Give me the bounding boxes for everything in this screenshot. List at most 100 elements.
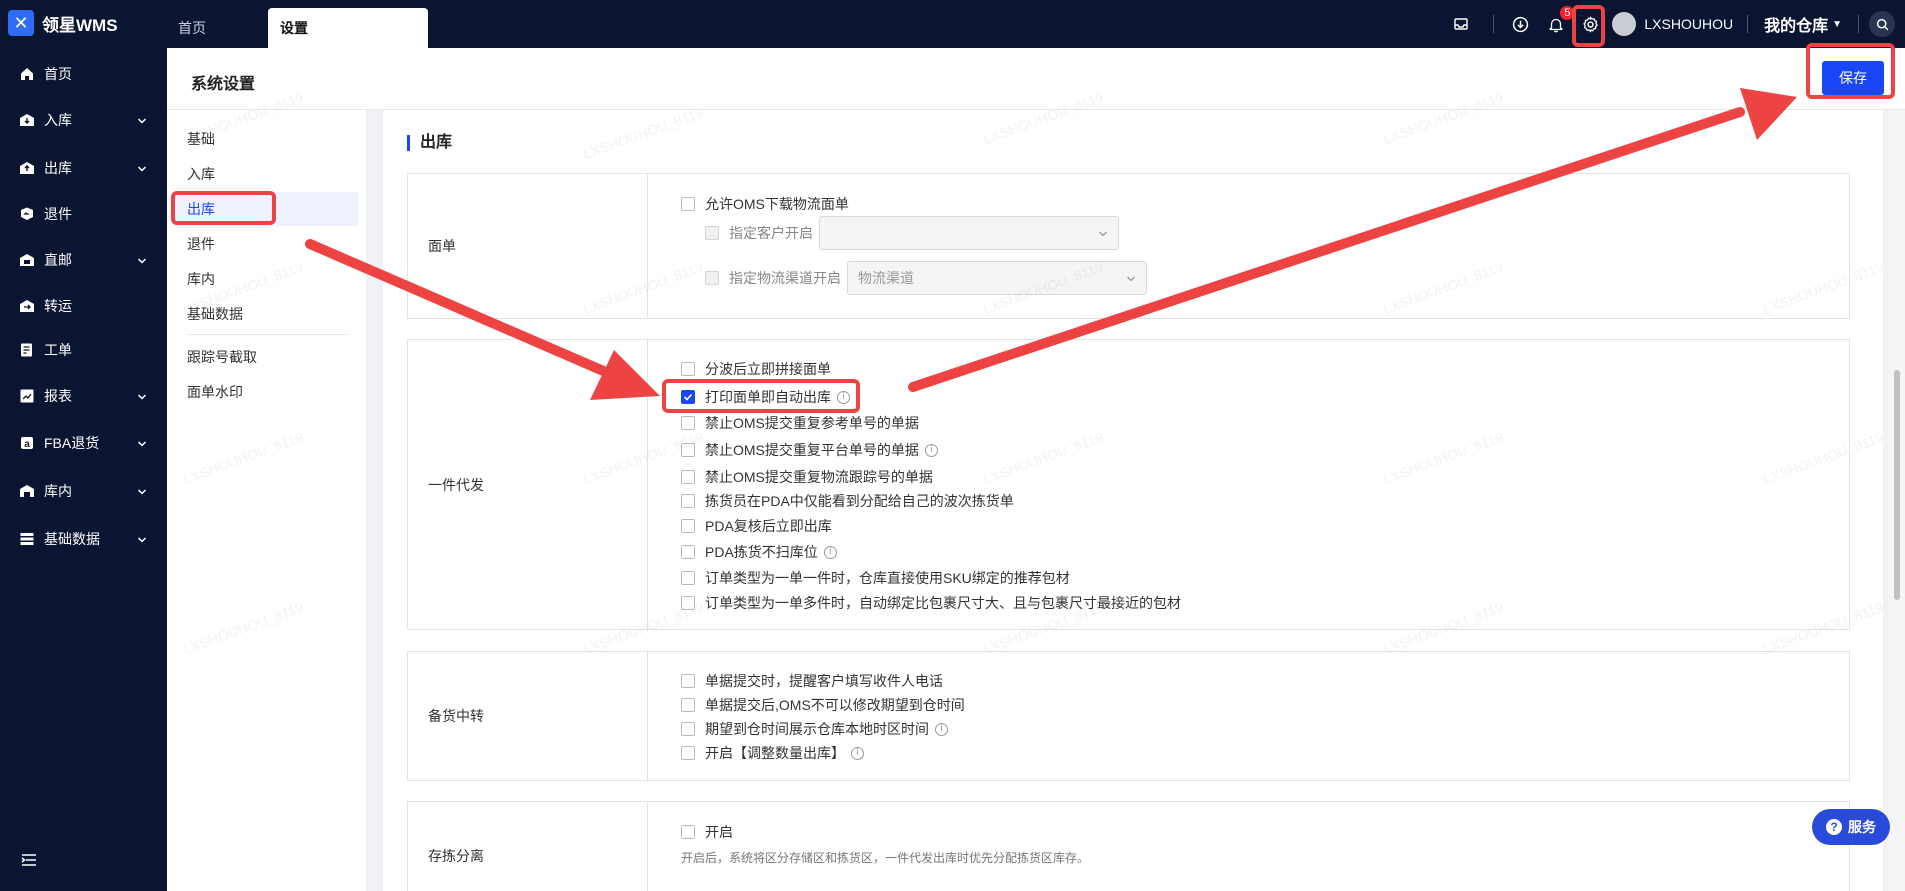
chevron-down-icon — [1126, 271, 1136, 287]
checkbox[interactable] — [681, 825, 695, 839]
block-label: 备货中转 — [408, 652, 648, 780]
checkbox[interactable] — [681, 443, 695, 457]
option-label: 允许OMS下载物流面单 — [705, 196, 849, 212]
sidebar-item-label: 工单 — [44, 342, 72, 358]
option-allow-oms-download[interactable]: 允许OMS下载物流面单 — [681, 194, 849, 214]
checkbox[interactable] — [681, 722, 695, 736]
settings-submenu: 基础 入库 出库 退件 库内 基础数据 跟踪号截取 面单水印 — [167, 110, 366, 891]
submenu-item-base-data[interactable]: 基础数据 — [173, 297, 358, 331]
avatar[interactable] — [1612, 12, 1637, 36]
divider — [187, 334, 347, 335]
checkbox[interactable] — [681, 197, 695, 211]
checkbox[interactable] — [681, 596, 695, 610]
app-name: 领星WMS — [42, 15, 118, 35]
page-title: 系统设置 — [191, 76, 256, 93]
stock-option[interactable]: 期望到仓时间展示仓库本地时区时间 i — [681, 719, 948, 739]
sidebar-item-direct-mail[interactable]: 直邮 — [0, 242, 167, 278]
dropship-option[interactable]: PDA拣货不扫库位 i — [681, 542, 837, 562]
scrollbar-thumb[interactable] — [1894, 370, 1900, 600]
info-icon[interactable]: i — [851, 746, 864, 760]
direct-mail-icon — [18, 251, 36, 269]
tab-settings[interactable]: 设置 — [268, 8, 428, 48]
sidebar-item-report[interactable]: 报表 — [0, 378, 167, 414]
annotation-highlight — [171, 191, 276, 225]
dropship-option[interactable]: PDA复核后立即出库 — [681, 516, 832, 536]
bell-icon[interactable]: 5 — [1546, 6, 1575, 34]
sidebar-item-base-data[interactable]: 基础数据 — [0, 521, 167, 557]
chevron-down-icon — [137, 113, 147, 129]
dropship-option[interactable]: 订单类型为一单多件时，自动绑定比包裹尺寸大、且与包裹尺寸最接近的包材 — [681, 593, 1181, 613]
checkbox[interactable] — [681, 571, 695, 585]
option-specify-channel[interactable]: 指定物流渠道开启 物流渠道 — [705, 261, 1147, 295]
ticket-icon — [18, 341, 36, 359]
dropship-option[interactable]: 订单类型为一单一件时，仓库直接使用SKU绑定的推荐包材 — [681, 568, 1070, 588]
option-label: 指定客户开启 — [729, 225, 813, 241]
sidebar-item-transfer[interactable]: 转运 — [0, 288, 167, 324]
checkbox[interactable] — [681, 545, 695, 559]
sidebar-item-label: 库内 — [44, 483, 72, 499]
chevron-down-icon — [137, 389, 147, 405]
label-settings-block: 面单 — [407, 173, 1850, 319]
customer-select[interactable] — [819, 216, 1119, 250]
dropship-option[interactable]: 禁止OMS提交重复物流跟踪号的单据 — [681, 467, 933, 487]
channel-select[interactable]: 物流渠道 — [847, 261, 1147, 295]
customer-service-button[interactable]: ? 服务 — [1812, 809, 1890, 845]
checkbox[interactable] — [681, 470, 695, 484]
submenu-item-inbound[interactable]: 入库 — [173, 157, 358, 191]
checkbox[interactable] — [681, 494, 695, 508]
stock-transfer-block: 备货中转 — [407, 651, 1850, 781]
checkbox[interactable] — [681, 674, 695, 688]
info-icon[interactable]: i — [924, 443, 938, 457]
block-label: 一件代发 — [408, 340, 648, 629]
option-label: PDA复核后立即出库 — [705, 518, 832, 534]
sidebar-item-label: 首页 — [44, 66, 72, 82]
service-label: 服务 — [1848, 819, 1876, 835]
submenu-item-in-warehouse[interactable]: 库内 — [173, 262, 358, 296]
dropship-option[interactable]: 禁止OMS提交重复参考单号的单据 — [681, 413, 919, 433]
submenu-item-basic[interactable]: 基础 — [173, 122, 358, 156]
checkbox[interactable] — [705, 271, 719, 285]
dropship-option[interactable]: 禁止OMS提交重复平台单号的单据 i — [681, 440, 938, 460]
sidebar-item-ticket[interactable]: 工单 — [0, 332, 167, 368]
sidebar-item-return[interactable]: 退件 — [0, 196, 167, 232]
option-specify-customer[interactable]: 指定客户开启 — [705, 216, 1119, 250]
download-icon[interactable] — [1510, 14, 1530, 34]
inbound-icon — [18, 111, 36, 129]
checkbox[interactable] — [681, 362, 695, 376]
submenu-item-label-watermark[interactable]: 面单水印 — [173, 375, 358, 409]
warehouse-selector[interactable]: 我的仓库 — [1764, 12, 1828, 36]
collapse-menu-icon[interactable] — [20, 852, 38, 871]
sidebar-item-home[interactable]: 首页 — [0, 56, 167, 92]
option-label: 订单类型为一单多件时，自动绑定比包裹尺寸大、且与包裹尺寸最接近的包材 — [705, 595, 1181, 611]
info-icon[interactable]: i — [823, 545, 837, 559]
sidebar-item-warehouse[interactable]: 库内 — [0, 473, 167, 509]
dropship-settings-block: 一件代发 — [407, 339, 1850, 630]
submenu-item-return[interactable]: 退件 — [173, 227, 358, 261]
username[interactable]: LXSHOUHOU — [1644, 16, 1733, 32]
checkbox[interactable] — [681, 698, 695, 712]
sidebar-item-outbound[interactable]: 出库 — [0, 150, 167, 186]
checkbox[interactable] — [681, 746, 695, 760]
stock-option[interactable]: 开启【调整数量出库】 i — [681, 743, 864, 763]
divider — [1493, 15, 1495, 33]
info-icon[interactable]: i — [935, 722, 948, 736]
dropship-option[interactable]: 拣货员在PDA中仅能看到分配给自己的波次拣货单 — [681, 491, 1014, 511]
dropship-option[interactable]: 分波后立即拼接面单 — [681, 359, 831, 379]
stock-option[interactable]: 单据提交后,OMS不可以修改期望到仓时间 — [681, 695, 965, 715]
annotation-highlight — [662, 379, 860, 413]
search-icon[interactable] — [1869, 11, 1895, 37]
option-label: 分波后立即拼接面单 — [705, 361, 831, 377]
sidebar-item-inbound[interactable]: 入库 — [0, 102, 167, 138]
checkbox[interactable] — [681, 519, 695, 533]
separation-option[interactable]: 开启 — [681, 822, 733, 842]
caret-down-icon[interactable]: ▼ — [1832, 19, 1842, 30]
sidebar-item-label: 入库 — [44, 112, 72, 128]
sidebar-item-fba-return[interactable]: a FBA退货 — [0, 425, 167, 461]
app-logo[interactable]: ✕ 领星WMS — [8, 10, 118, 36]
stock-option[interactable]: 单据提交时，提醒客户填写收件人电话 — [681, 671, 943, 691]
submenu-item-tracking[interactable]: 跟踪号截取 — [173, 340, 358, 374]
inbox-icon[interactable] — [1451, 14, 1471, 34]
checkbox[interactable] — [681, 416, 695, 430]
tab-home[interactable]: 首页 — [178, 8, 206, 48]
checkbox[interactable] — [705, 226, 719, 240]
